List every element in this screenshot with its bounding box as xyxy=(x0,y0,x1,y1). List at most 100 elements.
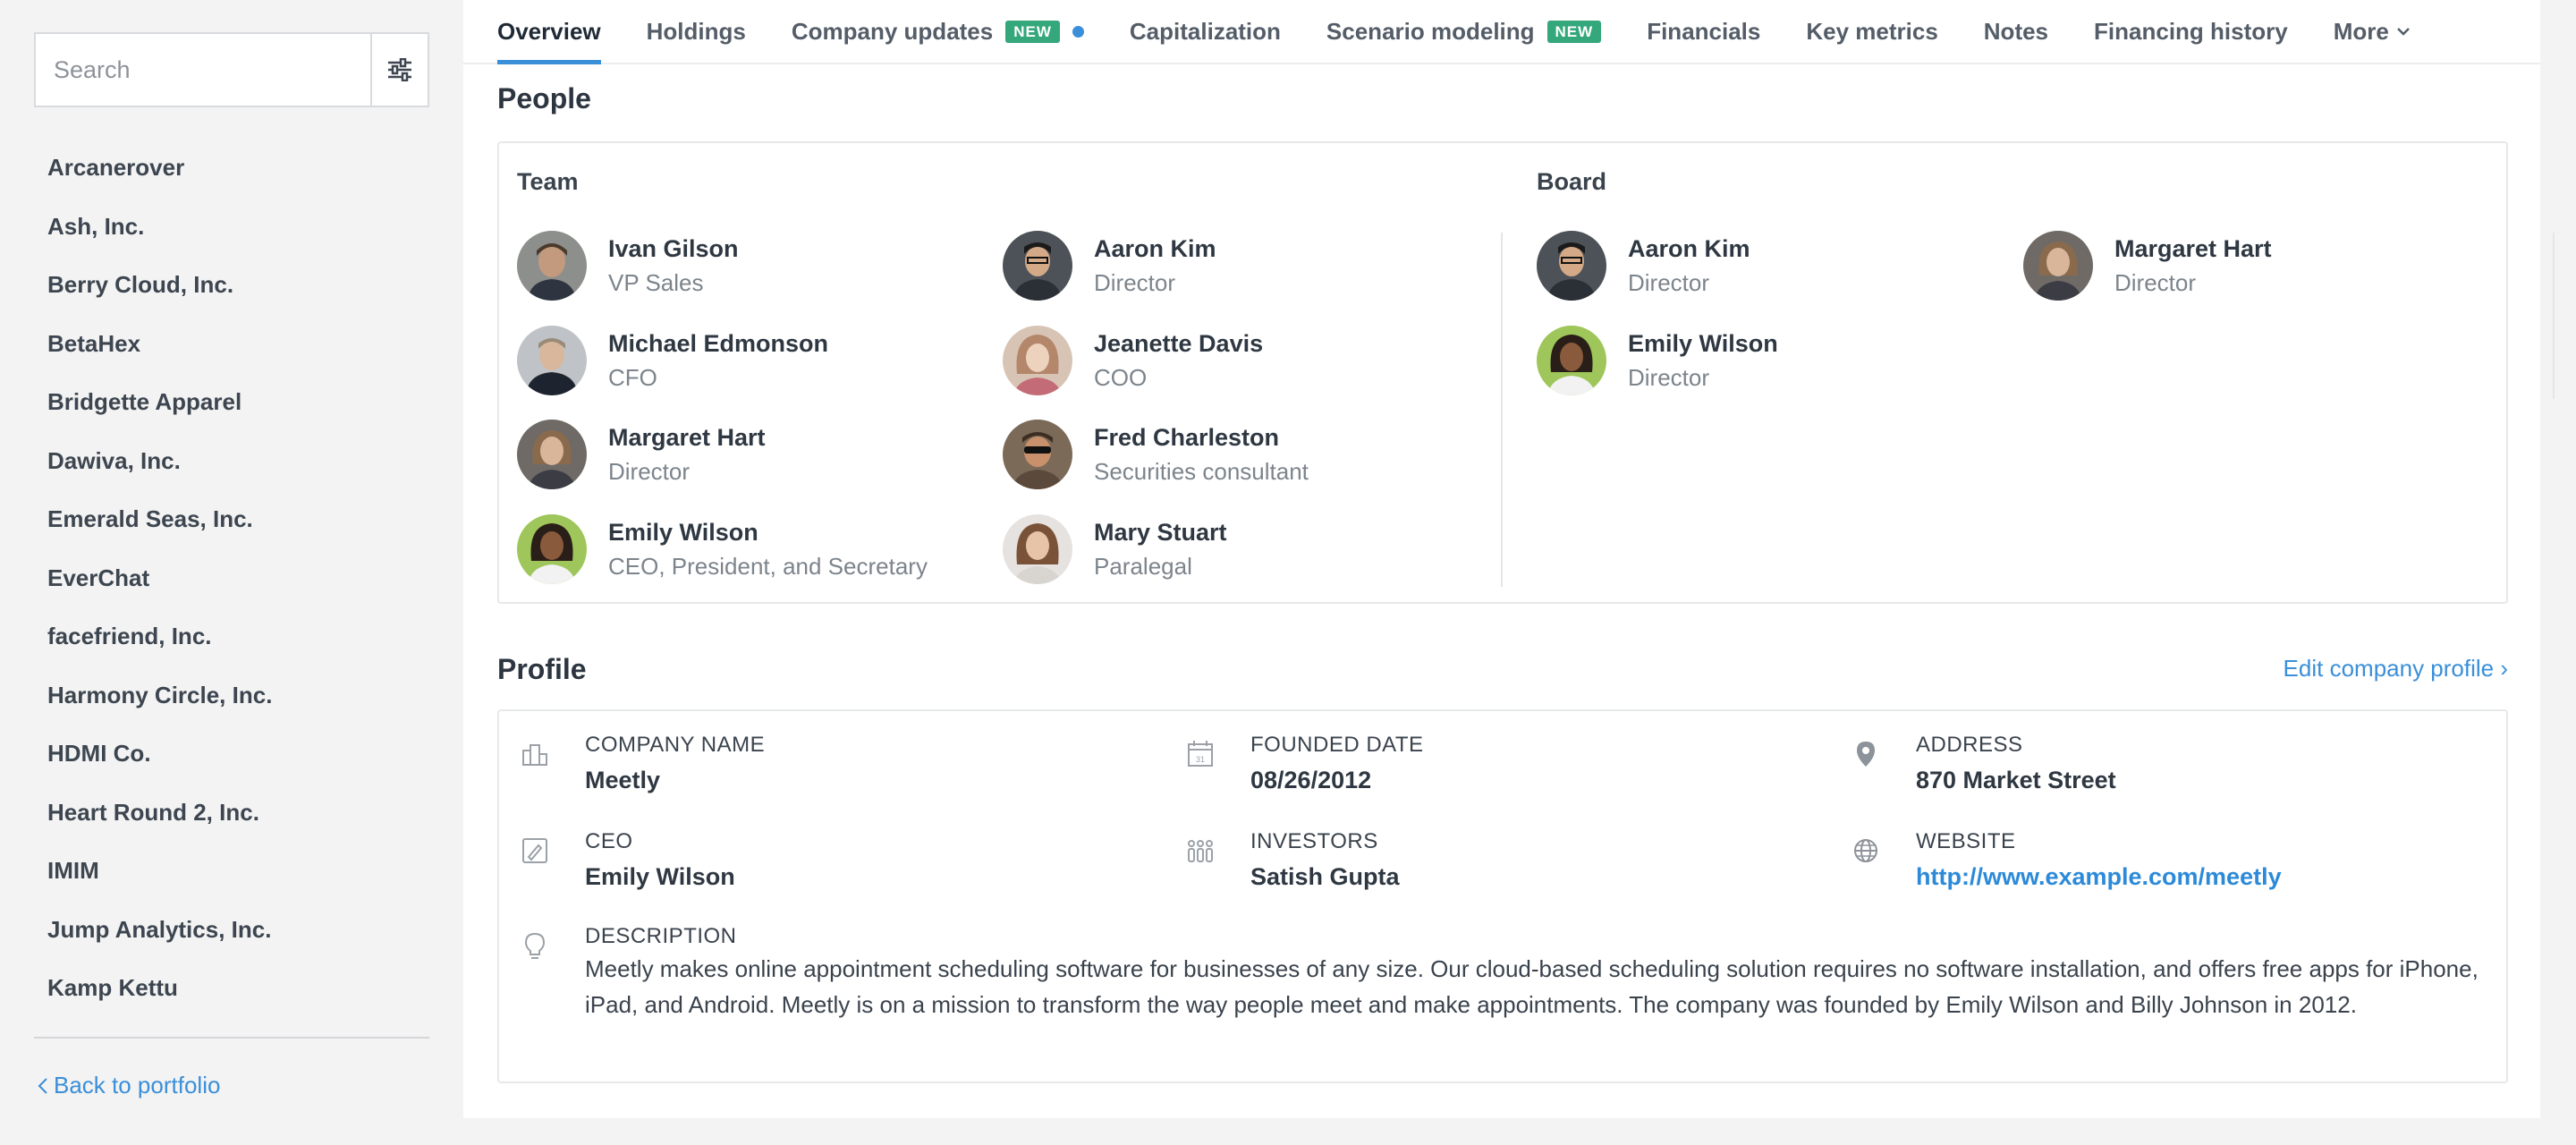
person-role: Director xyxy=(1094,269,1176,296)
avatar xyxy=(1003,326,1072,395)
unread-dot-icon xyxy=(1072,25,1084,38)
people-section-title: People xyxy=(497,82,591,114)
tab-key-metrics[interactable]: Key metrics xyxy=(1806,0,1937,63)
field-label: COMPANY NAME xyxy=(585,733,766,757)
company-detail-panel: Overview Holdings Company updates NEW Ca… xyxy=(463,0,2555,1118)
team-board-divider xyxy=(1501,233,1503,587)
tab-capitalization[interactable]: Capitalization xyxy=(1130,0,1281,63)
board-heading: Board xyxy=(1537,168,1607,195)
search-input[interactable] xyxy=(36,34,370,106)
field-label: DESCRIPTION xyxy=(585,924,737,948)
field-value: Satish Gupta xyxy=(1250,863,1400,890)
person-role: COO xyxy=(1094,364,1148,391)
person-role: Securities consultant xyxy=(1094,458,1309,485)
company-list-item[interactable]: Harmony Circle, Inc. xyxy=(47,666,423,725)
avatar xyxy=(1003,231,1072,301)
company-list-item[interactable]: Arcanerover xyxy=(47,139,423,198)
tab-label: Financials xyxy=(1647,17,1761,45)
company-sidebar: Arcanerover Ash, Inc. Berry Cloud, Inc. … xyxy=(0,0,463,1145)
person-role: Director xyxy=(1628,269,1710,296)
tab-label: Overview xyxy=(497,17,601,45)
tab-bar: Overview Holdings Company updates NEW Ca… xyxy=(463,0,2540,64)
avatar xyxy=(517,420,587,489)
address-field: ADDRESS 870 Market Street xyxy=(1857,731,2116,801)
avatar xyxy=(517,231,587,301)
tab-scenario-modeling[interactable]: Scenario modeling NEW xyxy=(1326,0,1602,63)
person-role: Director xyxy=(608,458,691,485)
tab-holdings[interactable]: Holdings xyxy=(647,0,746,63)
tab-company-updates[interactable]: Company updates NEW xyxy=(792,0,1084,63)
profile-section-title: Profile xyxy=(497,653,587,685)
company-list-item[interactable]: facefriend, Inc. xyxy=(47,607,423,666)
field-label: ADDRESS xyxy=(1916,733,2023,757)
board-member[interactable]: Margaret Hart Director xyxy=(2023,231,2272,301)
tab-financing-history[interactable]: Financing history xyxy=(2094,0,2288,63)
company-list-item[interactable]: Jump Analytics, Inc. xyxy=(47,901,423,960)
field-value: 08/26/2012 xyxy=(1250,767,1372,793)
team-member[interactable]: Margaret Hart Director xyxy=(517,420,766,489)
edit-company-profile-link[interactable]: Edit company profile › xyxy=(2284,655,2508,683)
company-name-field: COMPANY NAME Meetly xyxy=(522,731,766,801)
company-list-item[interactable]: HDMI Co. xyxy=(47,725,423,784)
website-link[interactable]: http://www.example.com/meetly xyxy=(1916,856,2282,897)
tab-label: Notes xyxy=(1983,17,2049,45)
tab-notes[interactable]: Notes xyxy=(1984,0,2048,63)
person-name: Aaron Kim xyxy=(1094,235,1216,262)
company-list-item[interactable]: Bridgette Apparel xyxy=(47,373,423,432)
team-member[interactable]: Fred Charleston Securities consultant xyxy=(1003,420,1309,489)
field-label: INVESTORS xyxy=(1250,829,1378,853)
calendar-icon: 31 xyxy=(1188,741,1213,767)
avatar xyxy=(517,514,587,584)
search-box xyxy=(34,32,429,107)
company-list-item[interactable]: Heart Round 2, Inc. xyxy=(47,784,423,843)
team-member[interactable]: Mary Stuart Paralegal xyxy=(1003,514,1227,584)
team-member[interactable]: Aaron Kim Director xyxy=(1003,231,1216,301)
back-to-portfolio-link[interactable]: Back to portfolio xyxy=(38,1072,220,1099)
description-field: DESCRIPTION Meetly makes online appointm… xyxy=(524,922,2490,1022)
building-chart-icon xyxy=(522,744,547,766)
team-member[interactable]: Ivan Gilson VP Sales xyxy=(517,231,739,301)
person-name: Margaret Hart xyxy=(2114,235,2272,262)
board-member[interactable]: Emily Wilson Director xyxy=(1537,326,1778,395)
company-list-item[interactable]: Dawiva, Inc. xyxy=(47,432,423,491)
person-name: Mary Stuart xyxy=(1094,519,1227,546)
team-member[interactable]: Jeanette Davis COO xyxy=(1003,326,1263,395)
tab-label: More xyxy=(2333,17,2389,45)
globe-icon xyxy=(1854,839,1877,862)
back-link-label: Back to portfolio xyxy=(54,1072,221,1098)
tab-more[interactable]: More xyxy=(2334,0,2411,63)
people-group-icon xyxy=(1188,840,1213,862)
avatar xyxy=(1003,420,1072,489)
company-list-item[interactable]: Ash, Inc. xyxy=(47,198,423,257)
chevron-down-icon xyxy=(2396,26,2411,37)
company-list-item[interactable]: IMIM xyxy=(47,842,423,901)
company-list-item[interactable]: KIMW Inc. DBA TooFor All xyxy=(47,1018,423,1038)
avatar xyxy=(1537,326,1606,395)
ceo-field: CEO Emily Wilson xyxy=(522,827,735,897)
company-list-item[interactable]: Berry Cloud, Inc. xyxy=(47,256,423,315)
person-name: Emily Wilson xyxy=(1628,330,1778,357)
company-list-item[interactable]: BetaHex xyxy=(47,315,423,374)
field-value: Meetly xyxy=(585,767,661,793)
company-list-item[interactable]: Emerald Seas, Inc. xyxy=(47,490,423,549)
company-list-item[interactable]: Kamp Kettu xyxy=(47,959,423,1018)
tab-financials[interactable]: Financials xyxy=(1647,0,1760,63)
avatar xyxy=(1537,231,1606,301)
person-role: CFO xyxy=(608,364,657,391)
tab-label: Holdings xyxy=(646,17,746,45)
team-member[interactable]: Michael Edmonson CFO xyxy=(517,326,828,395)
person-name: Aaron Kim xyxy=(1628,235,1750,262)
person-role: CEO, President, and Secretary xyxy=(608,553,928,580)
person-name: Fred Charleston xyxy=(1094,424,1280,451)
sidebar-divider xyxy=(34,1037,429,1039)
board-scroll-divider xyxy=(2553,233,2555,399)
company-list-item[interactable]: EverChat xyxy=(47,549,423,608)
board-member[interactable]: Aaron Kim Director xyxy=(1537,231,1750,301)
filter-button[interactable] xyxy=(370,34,428,106)
tab-label: Company updates xyxy=(791,17,994,45)
tab-overview[interactable]: Overview xyxy=(497,0,601,64)
company-list: Arcanerover Ash, Inc. Berry Cloud, Inc. … xyxy=(47,139,423,1037)
person-role: Paralegal xyxy=(1094,553,1192,580)
team-member[interactable]: Emily Wilson CEO, President, and Secreta… xyxy=(517,514,928,584)
people-card: Team Board Ivan Gilson VP Sales Michael … xyxy=(497,141,2555,604)
